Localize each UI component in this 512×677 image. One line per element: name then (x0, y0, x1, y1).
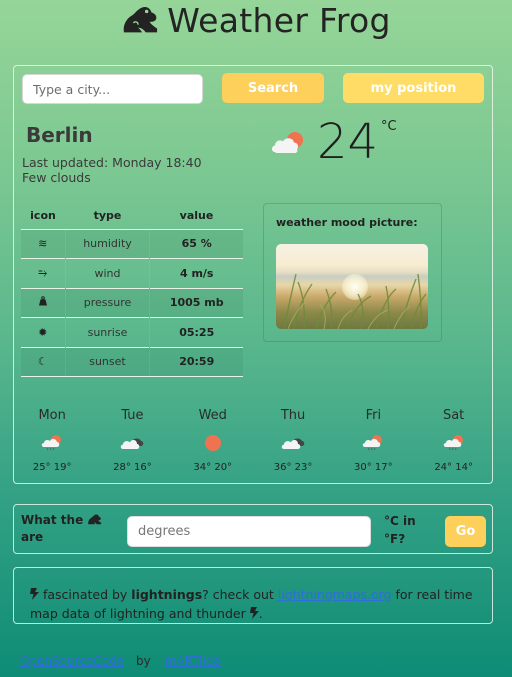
converter-label-post: are (21, 530, 44, 544)
forecast-day-name: Wed (198, 408, 227, 423)
forecast-day-name: Thu (280, 408, 306, 423)
converter-label-pre: What the (21, 513, 84, 527)
table-row-pressure: pressure 1005 mb (21, 287, 243, 318)
forecast-day-name: Tue (121, 408, 144, 423)
converter-unit-text: °C in °F? (384, 512, 416, 548)
detail-type: sunrise (64, 317, 151, 347)
forecast-row: Mon 25° 19° Tue 28° 16° Wed 34° 20° Thu … (12, 408, 494, 473)
lightning-text-2: ? check out (202, 587, 278, 602)
detail-value: 1005 mb (149, 287, 243, 318)
weather-details-table: icon type value ≋ humidity 65 % ⥱ wind 4… (21, 202, 243, 377)
forecast-temps: 34° 20° (193, 462, 233, 473)
detail-type: sunset (64, 346, 151, 377)
my-position-button[interactable]: my position (343, 73, 484, 103)
unit-text-fahrenheit: °F? (384, 532, 406, 546)
sun-icon (173, 430, 253, 456)
sunset-moon-icon: ☾ (37, 355, 48, 369)
wind-icon: ⥱ (38, 266, 48, 280)
forecast-day: Thu 36° 23° (253, 408, 333, 473)
detail-value: 05:25 (149, 317, 243, 347)
column-header-value: value (179, 208, 214, 222)
rain-sun-icon (333, 430, 413, 456)
column-header-type: type (93, 208, 122, 222)
forecast-day-name: Fri (365, 408, 382, 423)
forecast-temps: 28° 16° (113, 462, 152, 473)
degrees-input[interactable] (127, 516, 371, 547)
rain-sun-icon (413, 430, 493, 456)
forecast-day: Fri 30° 17° (333, 408, 413, 473)
weather-description: Few clouds (22, 170, 91, 185)
lightningmaps-link[interactable]: lightningmaps.org (278, 587, 392, 602)
open-source-code-link[interactable]: OpenSourceCode (20, 654, 124, 668)
column-header-icon: icon (30, 208, 56, 222)
lightning-text-1: fascinated by (39, 587, 132, 602)
lightning-info-text: fascinated by lightnings? check out ligh… (30, 585, 480, 623)
table-header-row: icon type value (21, 202, 243, 229)
frog-icon (123, 7, 158, 33)
detail-value: 65 % (149, 228, 243, 259)
unit-text-celsius: °C in (384, 514, 416, 528)
humidity-icon: ≋ (38, 237, 48, 251)
footer-by: by (136, 654, 151, 668)
sunrise-sun-icon: ✹ (38, 325, 48, 339)
search-button[interactable]: Search (222, 73, 324, 103)
detail-value: 4 m/s (149, 258, 243, 288)
forecast-temps: 36° 23° (273, 462, 313, 473)
lightning-bolt-icon (249, 607, 259, 619)
table-row-wind: ⥱ wind 4 m/s (21, 258, 243, 288)
forecast-day: Sat 24° 14° (413, 408, 493, 473)
detail-type: wind (64, 258, 151, 288)
temperature-unit: °C (381, 119, 397, 134)
app-header: Weather Frog (0, 0, 512, 40)
picture-grass (283, 273, 427, 329)
detail-type: pressure (64, 287, 151, 318)
broken-clouds-icon (92, 430, 172, 456)
city-search-input[interactable] (22, 74, 203, 104)
lightning-text-bold: lightnings (131, 587, 203, 602)
table-row-sunrise: ✹ sunrise 05:25 (21, 317, 243, 347)
broken-clouds-icon (253, 430, 333, 456)
forecast-day-name: Sat (442, 408, 465, 423)
table-row-sunset: ☾ sunset 20:59 (21, 346, 243, 377)
forecast-temps: 30° 17° (354, 462, 393, 473)
forecast-day-name: Mon (38, 408, 66, 423)
frog-icon (88, 514, 102, 525)
current-info: Last updated: Monday 18:40 Few clouds (22, 155, 202, 185)
rain-sun-icon (12, 430, 92, 456)
last-updated: Last updated: Monday 18:40 (22, 155, 202, 170)
pressure-weight-icon (38, 296, 48, 309)
detail-type: humidity (64, 228, 151, 259)
mood-picture-title: weather mood picture: (276, 216, 418, 229)
app-title: Weather Frog (167, 0, 391, 40)
current-temperature: 24 (317, 114, 379, 170)
forecast-day: Tue 28° 16° (92, 408, 172, 473)
detail-value: 20:59 (149, 346, 243, 377)
forecast-day: Wed 34° 20° (173, 408, 253, 473)
few-clouds-icon (272, 132, 303, 153)
lightning-bolt-icon (30, 588, 39, 600)
forecast-temps: 25° 19° (32, 462, 72, 473)
table-row-humidity: ≋ humidity 65 % (21, 228, 243, 259)
forecast-temps: 24° 14° (434, 462, 473, 473)
footer: OpenSourceCode by mARTilda (20, 654, 221, 668)
forecast-day: Mon 25° 19° (12, 408, 92, 473)
city-name: Berlin (26, 123, 93, 147)
lightning-text-4: . (258, 606, 263, 621)
mood-picture-image (276, 244, 428, 329)
author-link[interactable]: mARTilda (165, 654, 221, 668)
converter-label: What the are (21, 512, 111, 546)
convert-go-button[interactable]: Go (445, 516, 486, 547)
